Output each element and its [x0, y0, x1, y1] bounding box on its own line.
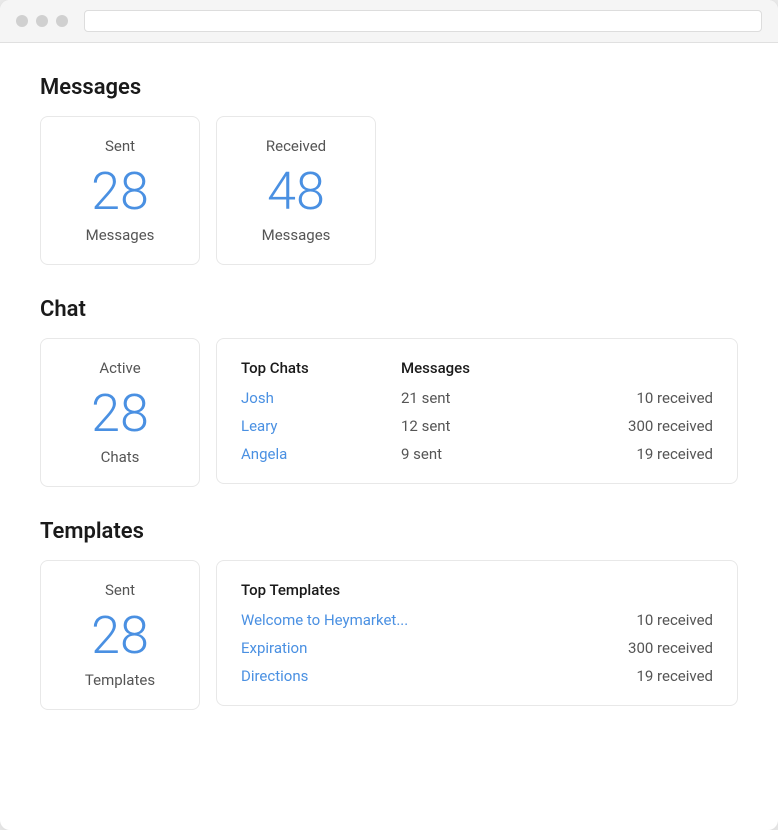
chat-row-josh: Josh 21 sent 10 received	[241, 389, 713, 407]
top-chats-col-name: Top Chats	[241, 359, 401, 377]
messages-received-label-bottom: Messages	[241, 226, 351, 244]
top-chats-card: Top Chats Messages Josh 21 sent 10 recei…	[216, 338, 738, 484]
messages-received-number: 48	[241, 163, 351, 220]
browser-window: Messages Sent 28 Messages Received 48 Me…	[0, 0, 778, 830]
templates-section: Templates Sent 28 Templates Top Template…	[40, 519, 738, 709]
browser-url-bar[interactable]	[84, 10, 762, 32]
messages-sent-card: Sent 28 Messages	[40, 116, 200, 265]
template-row-welcome: Welcome to Heymarket... 10 received	[241, 611, 713, 629]
template-row-directions-received: 19 received	[441, 667, 713, 685]
top-templates-header: Top Templates	[241, 581, 713, 599]
top-chats-col-messages: Messages	[401, 359, 470, 377]
templates-section-title: Templates	[40, 519, 738, 544]
top-templates-col-name: Top Templates	[241, 581, 401, 599]
messages-sent-number: 28	[65, 163, 175, 220]
messages-section-title: Messages	[40, 75, 738, 100]
messages-cards-row: Sent 28 Messages Received 48 Messages	[40, 116, 738, 265]
chat-row-angela-received: 19 received	[511, 445, 713, 463]
templates-sent-label-bottom: Templates	[65, 671, 175, 689]
browser-toolbar	[0, 0, 778, 43]
chat-row-angela-sent: 9 sent	[401, 445, 511, 463]
chat-section-title: Chat	[40, 297, 738, 322]
top-templates-card: Top Templates Welcome to Heymarket... 10…	[216, 560, 738, 706]
main-content: Messages Sent 28 Messages Received 48 Me…	[0, 43, 778, 774]
chat-active-label-top: Active	[65, 359, 175, 377]
top-chats-header: Top Chats Messages	[241, 359, 713, 377]
chat-row-leary-received: 300 received	[511, 417, 713, 435]
chat-active-card: Active 28 Chats	[40, 338, 200, 487]
messages-sent-label-bottom: Messages	[65, 226, 175, 244]
chat-row-josh-sent: 21 sent	[401, 389, 511, 407]
browser-dot-red	[16, 15, 28, 27]
template-row-expiration: Expiration 300 received	[241, 639, 713, 657]
chat-cards-row: Active 28 Chats Top Chats Messages Josh …	[40, 338, 738, 487]
chat-row-josh-received: 10 received	[511, 389, 713, 407]
templates-sent-card: Sent 28 Templates	[40, 560, 200, 709]
chat-active-number: 28	[65, 385, 175, 442]
messages-received-label-top: Received	[241, 137, 351, 155]
chat-row-leary-sent: 12 sent	[401, 417, 511, 435]
templates-sent-label-top: Sent	[65, 581, 175, 599]
template-row-directions-name[interactable]: Directions	[241, 667, 441, 685]
templates-sent-number: 28	[65, 607, 175, 664]
chat-row-angela: Angela 9 sent 19 received	[241, 445, 713, 463]
chat-active-label-bottom: Chats	[65, 448, 175, 466]
template-row-expiration-received: 300 received	[441, 639, 713, 657]
template-row-directions: Directions 19 received	[241, 667, 713, 685]
chat-section: Chat Active 28 Chats Top Chats Messages …	[40, 297, 738, 487]
messages-sent-label-top: Sent	[65, 137, 175, 155]
templates-cards-row: Sent 28 Templates Top Templates Welcome …	[40, 560, 738, 709]
chat-row-josh-name[interactable]: Josh	[241, 389, 401, 407]
messages-section: Messages Sent 28 Messages Received 48 Me…	[40, 75, 738, 265]
template-row-welcome-received: 10 received	[441, 611, 713, 629]
chat-row-leary-name[interactable]: Leary	[241, 417, 401, 435]
chat-row-leary: Leary 12 sent 300 received	[241, 417, 713, 435]
browser-dot-yellow	[36, 15, 48, 27]
browser-dot-green	[56, 15, 68, 27]
template-row-welcome-name[interactable]: Welcome to Heymarket...	[241, 611, 441, 629]
template-row-expiration-name[interactable]: Expiration	[241, 639, 441, 657]
chat-row-angela-name[interactable]: Angela	[241, 445, 401, 463]
messages-received-card: Received 48 Messages	[216, 116, 376, 265]
